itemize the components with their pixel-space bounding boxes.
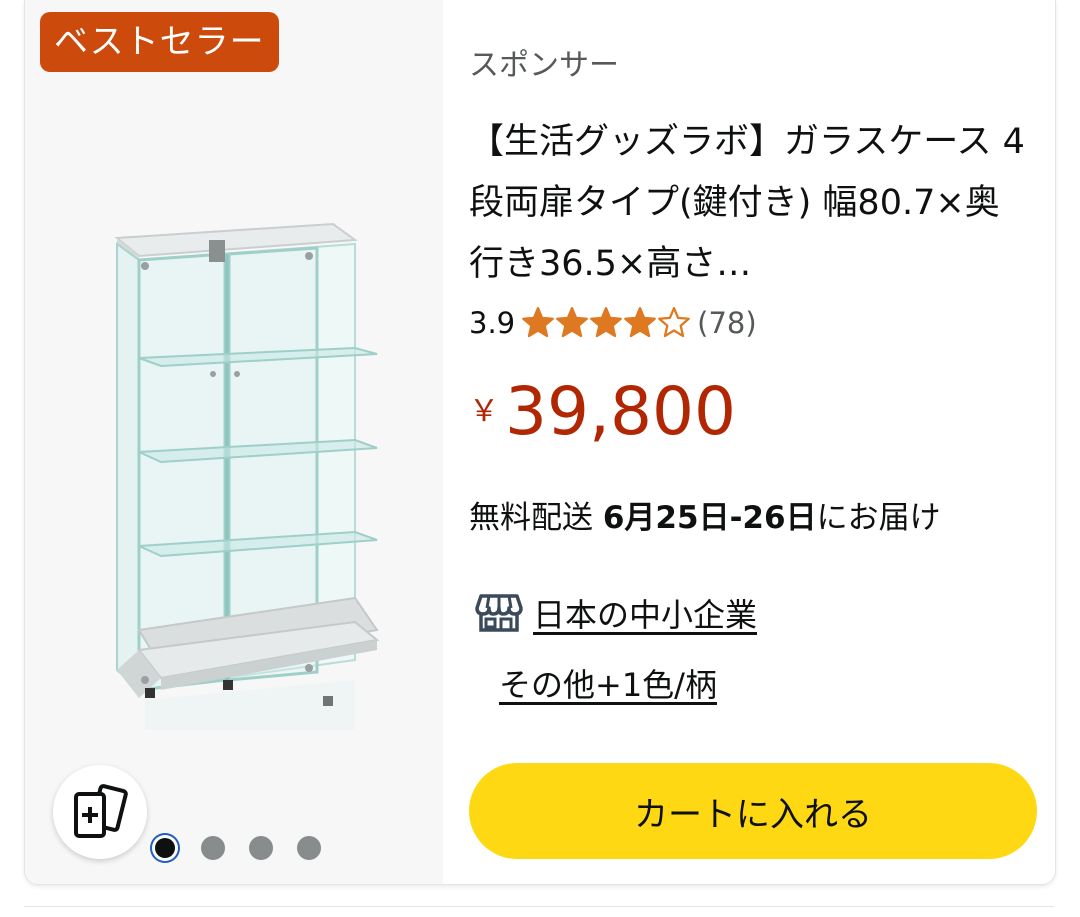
- rating-row[interactable]: 3.9 (78): [469, 306, 757, 340]
- star-icon: [658, 306, 690, 338]
- star-icon: [522, 306, 554, 338]
- similar-items-icon: [74, 784, 128, 838]
- product-title[interactable]: 【生活グッズラボ】ガラスケース 4段両扉タイプ(鍵付き) 幅80.7×奥行き36…: [469, 112, 1029, 295]
- delivery-prefix: 無料配送: [469, 500, 603, 536]
- bestseller-badge: ベストセラー: [40, 12, 279, 72]
- star-rating: [521, 306, 691, 340]
- star-icon: [590, 306, 622, 338]
- price-amount: 39,800: [505, 373, 736, 450]
- product-image[interactable]: [105, 210, 395, 730]
- delivery-info: 無料配送 6月25日-26日にお届け: [469, 492, 941, 537]
- more-variants-link[interactable]: その他+1色/柄: [499, 660, 717, 706]
- product-card[interactable]: ベストセラー スポンサー 【生活グッズラボ】ガラスケース 4段両扉タイプ(鍵付き…: [24, 0, 1056, 885]
- product-image-panel[interactable]: ベストセラー: [25, 0, 443, 884]
- sme-link[interactable]: 日本の中小企業: [533, 590, 757, 636]
- delivery-dates: 6月25日-26日: [602, 500, 817, 536]
- carousel-dot[interactable]: [201, 836, 225, 860]
- storefront-icon: [475, 594, 523, 632]
- similar-items-button[interactable]: [53, 765, 147, 859]
- next-product-card-edge: [24, 906, 1054, 917]
- sponsored-label: スポンサー: [469, 48, 619, 83]
- rating-value: 3.9: [469, 306, 516, 340]
- delivery-suffix: にお届け: [816, 500, 941, 536]
- sme-badge[interactable]: 日本の中小企業: [475, 590, 757, 636]
- carousel-indicator: [153, 836, 321, 860]
- price: ￥ 39,800: [469, 370, 736, 454]
- carousel-dot[interactable]: [249, 836, 273, 860]
- review-count[interactable]: (78): [697, 306, 757, 340]
- add-to-cart-button[interactable]: カートに入れる: [469, 763, 1037, 859]
- price-currency: ￥: [469, 394, 499, 429]
- carousel-dot[interactable]: [297, 836, 321, 860]
- carousel-dot[interactable]: [155, 838, 175, 858]
- star-icon: [556, 306, 588, 338]
- star-icon: [624, 306, 656, 338]
